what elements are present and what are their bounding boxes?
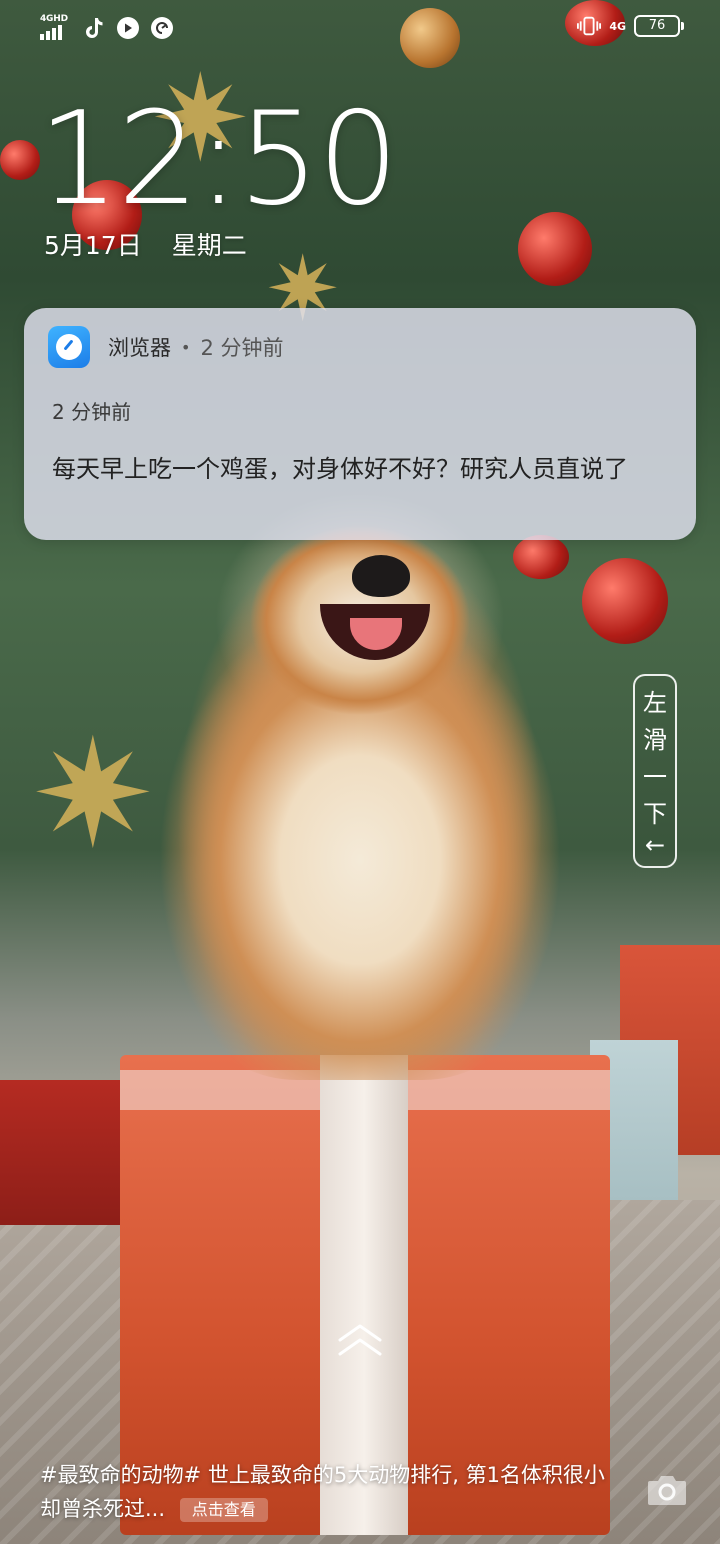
app-play-icon bbox=[116, 16, 140, 40]
vibrate-icon bbox=[577, 14, 602, 38]
notification-card[interactable]: 浏览器 • 2 分钟前 2 分钟前 每天早上吃一个鸡蛋，对身体好不好？研究人员直… bbox=[24, 308, 696, 540]
corgi-nose bbox=[352, 555, 410, 597]
lock-weekday: 星期二 bbox=[171, 231, 247, 260]
mobile-data-label: 4G bbox=[609, 19, 626, 33]
left-arrow-icon: ← bbox=[644, 831, 666, 859]
swipe-hint-char: 一 bbox=[643, 763, 667, 791]
notification-time: 2 分钟前 bbox=[200, 336, 284, 360]
gift-box-left bbox=[0, 1080, 140, 1225]
notification-app-name: 浏览器 bbox=[108, 336, 171, 360]
lock-date-row: 5月17日 星期二 bbox=[44, 226, 247, 262]
red-ornament bbox=[0, 140, 40, 180]
tiktok-icon bbox=[82, 16, 106, 40]
swipe-hint-char: 滑 bbox=[643, 726, 667, 754]
notification-subtitle: 2 分钟前 bbox=[52, 400, 132, 424]
swipe-hint-char: 下 bbox=[643, 800, 667, 828]
lock-clock: 12:50 bbox=[38, 85, 399, 234]
status-bar-right: 4G 76 bbox=[577, 14, 684, 38]
red-ornament bbox=[582, 558, 668, 644]
swipe-left-hint[interactable]: 左 滑 一 下 ← bbox=[633, 674, 677, 868]
view-button[interactable]: 点击查看 bbox=[179, 1498, 268, 1522]
notification-separator: • bbox=[181, 337, 191, 357]
camera-icon[interactable] bbox=[646, 1472, 688, 1508]
status-bar: 4GHD 4G 76 bbox=[0, 0, 720, 56]
lock-date: 5月17日 bbox=[44, 231, 142, 260]
browser-gauge-icon bbox=[150, 16, 174, 40]
browser-app-icon bbox=[48, 326, 90, 368]
red-ornament bbox=[518, 212, 592, 286]
notification-header: 浏览器 • 2 分钟前 bbox=[108, 332, 283, 362]
swipe-hint-char: 左 bbox=[643, 689, 667, 717]
red-ornament bbox=[513, 535, 569, 579]
gold-star-ornament: ✷ bbox=[30, 708, 156, 882]
wallpaper-caption[interactable]: #最致命的动物# 世上最致命的5大动物排行, 第1名体积很小却曾杀死过... 点… bbox=[40, 1458, 620, 1526]
battery-icon: 76 bbox=[634, 15, 684, 37]
network-type-label: 4GHD bbox=[40, 14, 68, 24]
notification-body: 每天早上吃一个鸡蛋，对身体好不好？研究人员直说了 bbox=[52, 455, 628, 483]
signal-icon: 4GHD bbox=[40, 14, 72, 42]
battery-level: 76 bbox=[648, 18, 666, 33]
status-bar-left: 4GHD bbox=[40, 14, 174, 42]
signal-bars bbox=[40, 25, 62, 40]
caption-text: #最致命的动物# 世上最致命的5大动物排行, 第1名体积很小却曾杀死过... bbox=[40, 1463, 605, 1521]
swipe-up-chevron-icon[interactable] bbox=[336, 1320, 384, 1360]
